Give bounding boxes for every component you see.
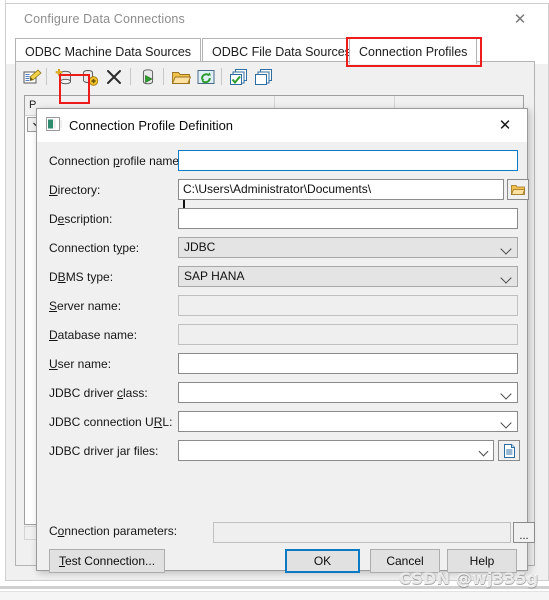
file-icon [503,443,515,458]
test-connection-button[interactable]: Test Connection... [49,549,165,573]
ok-button[interactable]: OK [285,549,360,573]
toolbar-separator [163,68,164,85]
description-input[interactable] [178,208,518,229]
field-row-dbms-type: DBMS type: SAP HANA [37,266,527,292]
chevron-down-icon [500,272,512,284]
directory-input[interactable]: C:\Users\Administrator\Documents\ [178,179,504,200]
tab-strip: ODBC Machine Data Sources ODBC File Data… [6,35,548,64]
jdbc-driver-jar-files-browse-button[interactable] [498,440,520,461]
jdbc-connection-url-select[interactable] [178,411,518,432]
new-connection-profile-icon[interactable] [54,67,74,87]
cancel-button[interactable]: Cancel [370,549,440,573]
label-description: Description: [49,212,113,226]
main-titlebar: Configure Data Connections ✕ [6,4,548,36]
directory-browse-button[interactable] [507,179,529,200]
connection-type-select[interactable]: JDBC [178,237,518,258]
dialog-button-row: Test Connection... OK Cancel Help [37,549,527,575]
jdbc-driver-class-select[interactable] [178,382,518,403]
application-icon [46,117,63,133]
desktop-backdrop: Configure Data Connections ✕ ODBC Machin… [0,0,549,600]
connection-parameters-input[interactable] [213,522,511,543]
field-row-server-name: Server name: [37,295,527,321]
test-connection-label: Test Connection... [58,554,156,568]
jdbc-driver-jar-files-select[interactable] [178,440,494,461]
toolbar-separator [221,68,222,85]
label-server-name: Server name: [49,299,122,313]
chevron-down-icon [500,417,512,429]
connection-profile-name-input[interactable] [178,150,518,171]
open-folder-icon[interactable] [171,67,192,87]
user-name-input[interactable] [178,353,518,374]
profiles-toolbar [17,63,533,90]
dialog-titlebar: Connection Profile Definition ✕ [37,109,527,142]
field-row-directory: Directory: C:\Users\Administrator\Docume… [37,179,529,205]
field-row-connection-parameters: Connection parameters: ... [37,520,535,544]
edit-properties-icon[interactable] [22,67,42,87]
database-name-input [178,324,518,345]
main-window-title: Configure Data Connections [24,12,185,26]
dbms-type-select[interactable]: SAP HANA [178,266,518,287]
add-data-source-icon[interactable] [79,67,99,87]
connection-type-value: JDBC [184,240,216,254]
select-all-icon[interactable] [229,67,249,87]
label-jdbc-driver-jar-files: JDBC driver jar files: [49,444,159,458]
dbms-type-value: SAP HANA [184,269,245,283]
server-name-input [178,295,518,316]
connection-parameters-browse-button[interactable]: ... [513,522,535,543]
toolbar-separator [46,68,47,85]
label-directory: Directory: [49,183,101,197]
label-connection-profile-name: Connection profile name: [49,154,183,168]
refresh-icon[interactable] [196,67,216,87]
close-icon[interactable]: ✕ [498,4,542,34]
label-user-name: User name: [49,357,112,371]
copy-icon[interactable] [254,67,274,87]
chevron-down-icon [500,388,512,400]
label-database-name: Database name: [49,328,138,342]
field-row-user-name: User name: [37,353,527,379]
help-button[interactable]: Help [447,549,517,573]
field-row-jdbc-connection-url: JDBC connection URL: [37,411,527,437]
dialog-title: Connection Profile Definition [69,118,234,133]
connection-profile-definition-dialog: Connection Profile Definition ✕ Connecti… [36,108,535,573]
field-row-jdbc-driver-class: JDBC driver class: [37,382,527,408]
field-row-description: Description: [37,208,527,234]
label-jdbc-connection-url: JDBC connection URL: [49,415,173,429]
connect-icon[interactable] [138,67,158,87]
label-dbms-type: DBMS type: [49,270,114,284]
field-row-connection-type: Connection type: JDBC [37,237,527,263]
label-connection-parameters: Connection parameters: [49,524,178,538]
folder-icon [511,184,525,195]
ellipsis-label: ... [519,530,529,542]
toolbar-separator [130,68,131,85]
tab-connection-profiles[interactable]: Connection Profiles [349,38,478,64]
dialog-close-icon[interactable]: ✕ [485,109,525,141]
field-row-jdbc-driver-jar-files: JDBC driver jar files: [37,440,527,466]
label-connection-type: Connection type: [49,241,140,255]
delete-icon[interactable] [104,67,124,87]
label-jdbc-driver-class: JDBC driver class: [49,386,148,400]
field-row-connection-profile-name: Connection profile name: [37,150,527,211]
field-row-database-name: Database name: [37,324,527,350]
chevron-down-icon [478,446,489,457]
chevron-down-icon [500,243,512,255]
